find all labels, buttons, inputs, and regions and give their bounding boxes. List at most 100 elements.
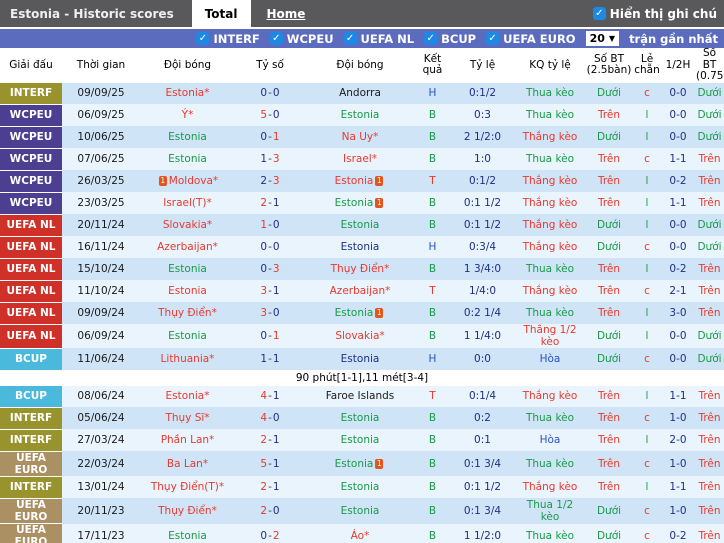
column-header: Kết quả bbox=[415, 48, 450, 83]
over-under-0-75: Trên bbox=[695, 524, 724, 543]
handicap-result: Thắng kèo bbox=[515, 170, 585, 192]
handicap-result: Thua kèo bbox=[515, 524, 585, 543]
filter-uefa-euro[interactable]: ✓UEFA EURO bbox=[486, 32, 575, 46]
historic-scores-panel: Estonia - Historic scores Total Home ✓ H… bbox=[0, 0, 724, 543]
checkbox-checked-icon[interactable]: ✓ bbox=[593, 7, 606, 20]
score: 1-3 bbox=[235, 148, 305, 170]
handicap-result: Thắng kèo bbox=[515, 476, 585, 498]
away-team: Na Uy* bbox=[305, 126, 415, 148]
odd-even: l bbox=[633, 192, 661, 214]
checkbox-checked-icon[interactable]: ✓ bbox=[344, 32, 357, 45]
result: B bbox=[415, 258, 450, 280]
match-date: 23/03/25 bbox=[62, 192, 140, 214]
score: 0-1 bbox=[235, 324, 305, 348]
over-under-2-5: Trên bbox=[585, 148, 633, 170]
away-score: 3 bbox=[273, 175, 280, 187]
over-under-2-5: Dưới bbox=[585, 126, 633, 148]
filter-uefa-nl[interactable]: ✓UEFA NL bbox=[344, 32, 415, 46]
filter-wcpeu[interactable]: ✓WCPEU bbox=[270, 32, 334, 46]
over-under-0-75: Trên bbox=[695, 429, 724, 451]
checkbox-checked-icon[interactable]: ✓ bbox=[424, 32, 437, 45]
league-badge: INTERF bbox=[0, 429, 62, 451]
team-name: Estonia bbox=[341, 412, 380, 424]
score: 1-0 bbox=[235, 214, 305, 236]
league-badge: UEFA NL bbox=[0, 214, 62, 236]
match-date: 05/06/24 bbox=[62, 407, 140, 429]
handicap-result: Thua kèo bbox=[515, 302, 585, 324]
table-row: INTERF27/03/24Phần Lan*2-1EstoniaB0:1Hòa… bbox=[0, 429, 724, 451]
handicap-odds: 1 3/4:0 bbox=[450, 258, 515, 280]
handicap-result: Thua kèo bbox=[515, 258, 585, 280]
half-time-score: 0-0 bbox=[661, 83, 695, 105]
column-header: KQ tỷ lệ bbox=[515, 48, 585, 83]
column-header: 1/2H bbox=[661, 48, 695, 83]
table-row: UEFA NL16/11/24Azerbaijan*0-0EstoniaH0:3… bbox=[0, 236, 724, 258]
checkbox-checked-icon[interactable]: ✓ bbox=[196, 32, 209, 45]
score: 2-1 bbox=[235, 429, 305, 451]
result: H bbox=[415, 236, 450, 258]
away-team: Estonia bbox=[305, 476, 415, 498]
team-name: Azerbaijan* bbox=[157, 241, 218, 253]
away-score: 1 bbox=[273, 353, 280, 365]
over-under-0-75: Dưới bbox=[695, 236, 724, 258]
tab-home[interactable]: Home bbox=[257, 0, 316, 27]
checkbox-checked-icon[interactable]: ✓ bbox=[270, 32, 283, 45]
half-time-score: 1-1 bbox=[661, 476, 695, 498]
match-note: 90 phút[1-1],11 mét[3-4] bbox=[0, 370, 724, 386]
over-under-0-75: Trên bbox=[695, 258, 724, 280]
team-name: Estonia bbox=[168, 530, 207, 542]
league-badge: UEFA NL bbox=[0, 258, 62, 280]
home-team: Estonia* bbox=[140, 386, 235, 408]
handicap-result: Hòa bbox=[515, 429, 585, 451]
filter-interf[interactable]: ✓ INTERF bbox=[196, 32, 259, 46]
handicap-odds: 1 1/2:0 bbox=[450, 524, 515, 543]
home-team: Azerbaijan* bbox=[140, 236, 235, 258]
team-name: Thụy Điển* bbox=[331, 263, 390, 275]
over-under-0-75: Trên bbox=[695, 148, 724, 170]
home-team: Thụy Điển* bbox=[140, 498, 235, 523]
handicap-result: Thua kèo bbox=[515, 407, 585, 429]
table-row: BCUP08/06/24Estonia*4-1Faroe IslandsT0:1… bbox=[0, 386, 724, 408]
filter-label: INTERF bbox=[213, 32, 259, 46]
team-name: Estonia bbox=[168, 263, 207, 275]
away-team: Azerbaijan* bbox=[305, 280, 415, 302]
over-under-2-5: Dưới bbox=[585, 348, 633, 370]
table-row: UEFA NL20/11/24Slovakia*1-0EstoniaB0:1 1… bbox=[0, 214, 724, 236]
odd-even: c bbox=[633, 524, 661, 543]
score: 0-0 bbox=[235, 83, 305, 105]
note-row: 90 phút[1-1],11 mét[3-4] bbox=[0, 370, 724, 386]
show-notes-toggle[interactable]: ✓ Hiển thị ghi chú bbox=[593, 0, 724, 27]
team-name: Estonia bbox=[168, 330, 207, 342]
away-team: Estonia bbox=[305, 498, 415, 523]
league-badge: WCPEU bbox=[0, 192, 62, 214]
over-under-0-75: Trên bbox=[695, 498, 724, 523]
table-row: WCPEU23/03/25Israel(T)*2-1Estonia1B0:1 1… bbox=[0, 192, 724, 214]
half-time-score: 0-2 bbox=[661, 524, 695, 543]
tab-total[interactable]: Total bbox=[192, 0, 251, 27]
team-name: Estonia bbox=[341, 434, 380, 446]
match-count-select[interactable]: 20 ▼ bbox=[586, 31, 619, 46]
result: B bbox=[415, 148, 450, 170]
away-score: 0 bbox=[273, 109, 280, 121]
team-name: Lithuania* bbox=[161, 353, 215, 365]
half-time-score: 0-0 bbox=[661, 104, 695, 126]
league-badge: BCUP bbox=[0, 348, 62, 370]
match-date: 06/09/24 bbox=[62, 324, 140, 348]
table-row: INTERF09/09/25Estonia*0-0AndorraH0:1/2Th… bbox=[0, 83, 724, 105]
result: T bbox=[415, 280, 450, 302]
over-under-2-5: Trên bbox=[585, 302, 633, 324]
column-header: Số BT (2.5bàn) bbox=[585, 48, 633, 83]
team-name: Thụy Điển* bbox=[158, 307, 217, 319]
filter-bcup[interactable]: ✓BCUP bbox=[424, 32, 476, 46]
checkbox-checked-icon[interactable]: ✓ bbox=[486, 32, 499, 45]
handicap-odds: 0:1 3/4 bbox=[450, 451, 515, 476]
handicap-odds: 0:3/4 bbox=[450, 236, 515, 258]
over-under-0-75: Dưới bbox=[695, 104, 724, 126]
odd-even: l bbox=[633, 104, 661, 126]
team-name: Estonia* bbox=[166, 390, 210, 402]
home-team: Thụy Điển* bbox=[140, 302, 235, 324]
half-time-score: 0-2 bbox=[661, 258, 695, 280]
half-time-score: 3-0 bbox=[661, 302, 695, 324]
score: 5-1 bbox=[235, 451, 305, 476]
column-header: Đội bóng bbox=[305, 48, 415, 83]
